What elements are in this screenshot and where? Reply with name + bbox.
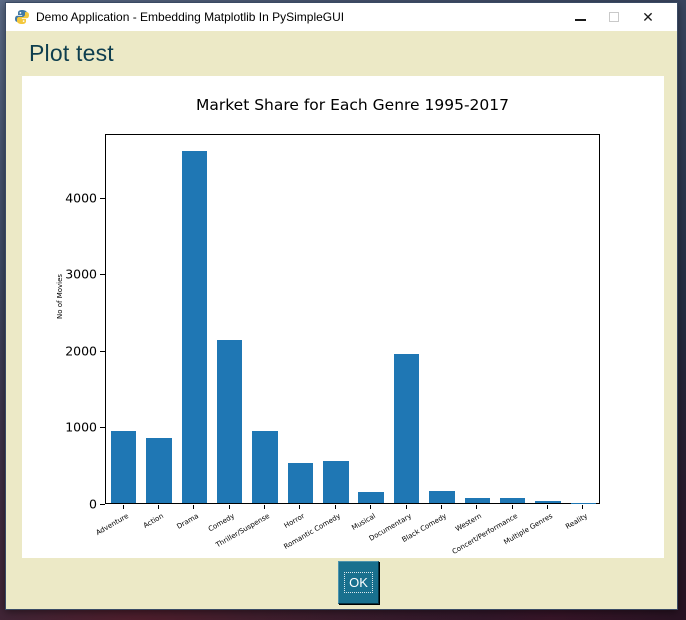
x-tick-label: Concert/Performance: [450, 512, 518, 556]
window-content: Plot test Market Share for Each Genre 19…: [6, 31, 677, 609]
close-button[interactable]: ✕: [631, 3, 665, 31]
x-tick-mark: [547, 505, 548, 509]
page-title: Plot test: [29, 40, 114, 67]
maximize-button[interactable]: [597, 3, 631, 31]
x-tick-mark: [158, 505, 159, 509]
bar-drama: [182, 151, 207, 503]
x-tick-mark: [264, 505, 265, 509]
x-tick-mark: [229, 505, 230, 509]
matplotlib-canvas: Market Share for Each Genre 1995-2017 No…: [22, 76, 664, 558]
x-tick-mark: [476, 505, 477, 509]
bar-concert-performance: [500, 498, 525, 503]
titlebar[interactable]: Demo Application - Embedding Matplotlib …: [6, 3, 677, 31]
x-tick-label: Western: [454, 512, 483, 533]
x-tick-label: Comedy: [207, 512, 236, 533]
x-tick-mark: [299, 505, 300, 509]
x-tick-mark: [406, 505, 407, 509]
y-tick-mark: [100, 198, 105, 199]
y-tick-label: 1000: [53, 420, 97, 435]
app-window: Demo Application - Embedding Matplotlib …: [5, 2, 678, 610]
x-tick-mark: [441, 505, 442, 509]
plot-area: [105, 134, 600, 504]
x-tick-mark: [193, 505, 194, 509]
x-tick-mark: [582, 505, 583, 509]
x-tick-label: Action: [142, 512, 165, 530]
x-tick-label: Adventure: [94, 512, 129, 537]
bar-multiple-genres: [535, 501, 560, 503]
y-tick-mark: [100, 274, 105, 275]
bar-thriller-suspense: [252, 431, 277, 503]
x-tick-label: Reality: [565, 512, 590, 531]
bar-black-comedy: [429, 491, 454, 503]
bar-romantic-comedy: [323, 461, 348, 503]
y-tick-mark: [100, 351, 105, 352]
y-tick-label: 0: [53, 497, 97, 512]
bar-horror: [288, 463, 313, 503]
ok-button[interactable]: OK: [338, 561, 379, 604]
x-tick-label: Musical: [351, 512, 378, 532]
minimize-icon: [575, 19, 586, 21]
close-icon: ✕: [642, 10, 654, 24]
bar-adventure: [111, 431, 136, 503]
ok-button-label: OK: [344, 572, 373, 593]
y-tick-label: 2000: [53, 343, 97, 358]
y-tick-mark: [100, 427, 105, 428]
x-tick-label: Drama: [176, 512, 201, 531]
bar-comedy: [217, 340, 242, 503]
minimize-button[interactable]: [563, 3, 597, 31]
maximize-icon: [609, 12, 619, 22]
y-tick-label: 3000: [53, 267, 97, 282]
bar-documentary: [394, 354, 419, 503]
x-tick-mark: [370, 505, 371, 509]
pysimplegui-python-icon: [14, 9, 30, 25]
bar-western: [465, 498, 490, 503]
y-tick-mark: [100, 504, 105, 505]
x-tick-mark: [335, 505, 336, 509]
bar-musical: [358, 492, 383, 503]
x-tick-mark: [512, 505, 513, 509]
chart-title: Market Share for Each Genre 1995-2017: [105, 96, 600, 114]
window-title: Demo Application - Embedding Matplotlib …: [36, 10, 563, 24]
y-tick-label: 4000: [53, 190, 97, 205]
bar-action: [146, 438, 171, 503]
x-tick-label: Horror: [283, 512, 306, 530]
x-tick-mark: [123, 505, 124, 509]
